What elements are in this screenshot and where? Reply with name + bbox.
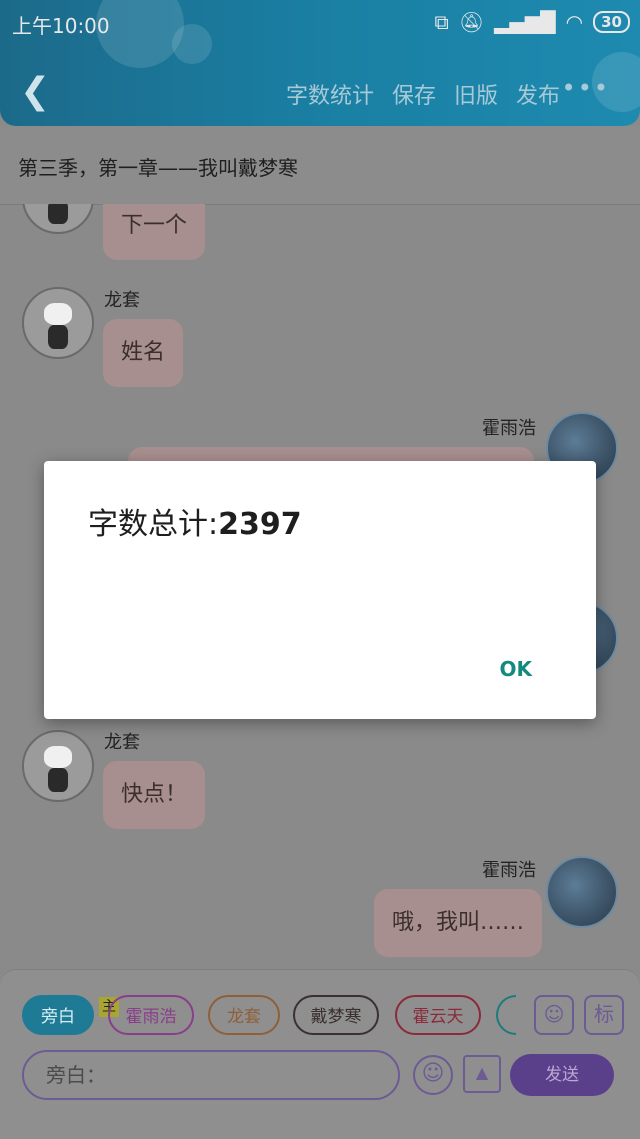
- rotate-icon: ⧉: [434, 10, 449, 34]
- battery-icon: 30: [593, 11, 630, 33]
- send-button[interactable]: 发送: [510, 1054, 614, 1096]
- composer: 旁白 主 霍雨浩 龙套 戴梦寒 霍云天 ☺ 标 旁白： ☺ ▲ 发送: [0, 969, 640, 1139]
- mute-bell-icon: 🔕︎: [458, 10, 485, 34]
- signal-icon: ▂▄▆█: [494, 10, 556, 34]
- save-button[interactable]: 保存: [392, 78, 436, 110]
- top-nav: ❮ 字数统计 保存 旧版 发布 •••: [0, 72, 640, 116]
- dialog-message: 字数总计:2397: [88, 499, 302, 543]
- status-bar: 上午10:00 ⧉ 🔕︎ ▂▄▆█ ◠ 30: [0, 8, 640, 38]
- role-chip-huo-yuhao[interactable]: 霍雨浩: [108, 995, 194, 1035]
- image-icon[interactable]: ▲: [463, 1055, 501, 1093]
- avatar[interactable]: [22, 730, 94, 802]
- role-chip-huo-yuntian[interactable]: 霍云天: [395, 995, 481, 1035]
- avatar[interactable]: [22, 204, 94, 234]
- message-bubble[interactable]: 姓名: [103, 319, 184, 387]
- speaker-name: 霍雨浩: [482, 418, 536, 439]
- word-count-dialog: 字数总计:2397 OK: [44, 461, 596, 719]
- avatar[interactable]: [22, 287, 94, 359]
- speaker-name: 龙套: [104, 290, 140, 311]
- nav-actions: 字数统计 保存 旧版 发布: [286, 78, 560, 110]
- emoji-icon[interactable]: ☺: [413, 1055, 453, 1095]
- publish-button[interactable]: 发布: [516, 78, 560, 110]
- old-version-button[interactable]: 旧版: [454, 78, 498, 110]
- message-bubble[interactable]: 下一个: [103, 204, 206, 260]
- speaker-name: 霍雨浩: [482, 860, 536, 881]
- status-time: 上午10:00: [12, 14, 110, 38]
- person-icon[interactable]: ☺: [534, 995, 574, 1035]
- avatar[interactable]: [546, 856, 618, 928]
- role-chip-narration[interactable]: 旁白: [22, 995, 94, 1035]
- more-icon[interactable]: •••: [562, 74, 610, 102]
- word-count-button[interactable]: 字数统计: [286, 78, 374, 110]
- wifi-icon: ◠: [565, 10, 584, 34]
- message-bubble[interactable]: 哦，我叫……: [374, 889, 543, 957]
- header: 上午10:00 ⧉ 🔕︎ ▂▄▆█ ◠ 30 ❮ 字数统计 保存 旧版 发布 •…: [0, 0, 640, 126]
- role-chip-dai-menghan[interactable]: 戴梦寒: [293, 995, 379, 1035]
- message-input[interactable]: 旁白：: [22, 1050, 400, 1100]
- back-icon[interactable]: ❮: [20, 72, 50, 112]
- role-chip-more[interactable]: [496, 995, 516, 1035]
- ok-button[interactable]: OK: [500, 657, 533, 681]
- speaker-name: 龙套: [104, 732, 140, 753]
- dialog-label: 字数总计:: [88, 507, 219, 542]
- dialog-value: 2397: [218, 507, 302, 542]
- chapter-title[interactable]: 第三季，第一章——我叫戴梦寒: [18, 152, 298, 181]
- role-chip-longtao[interactable]: 龙套: [208, 995, 280, 1035]
- tag-icon[interactable]: 标: [584, 995, 624, 1035]
- message-bubble[interactable]: 快点！: [103, 761, 206, 829]
- chapter-bar: 第三季，第一章——我叫戴梦寒: [0, 126, 640, 205]
- status-icons: ⧉ 🔕︎ ▂▄▆█ ◠ 30: [434, 10, 630, 34]
